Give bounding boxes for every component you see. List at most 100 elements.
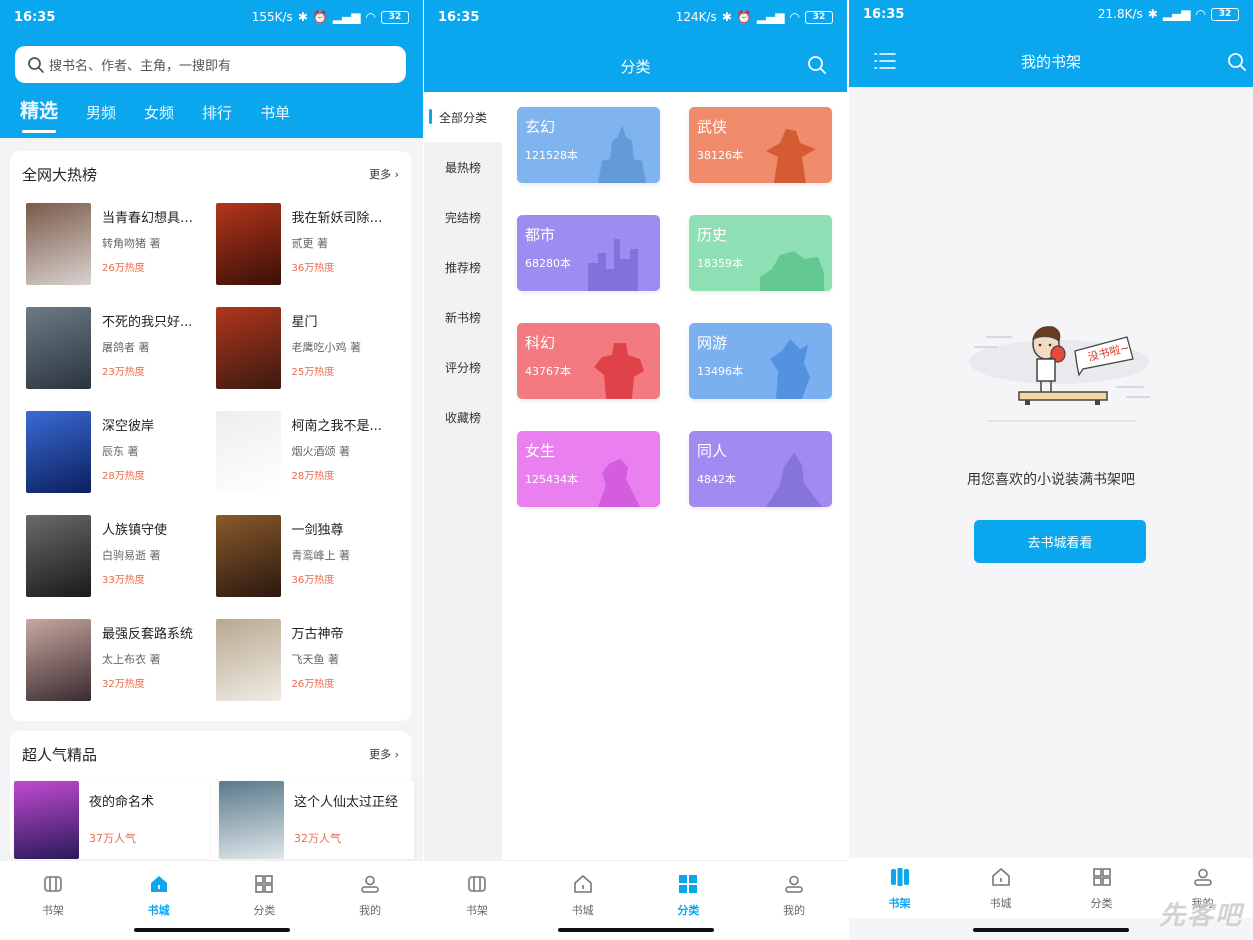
go-bookstore-button[interactable]: 去书城看看 [974,520,1146,563]
book-cover [219,781,284,859]
category-count: 121528本 [525,149,578,162]
home-indicator [133,928,290,932]
category-name: 都市 [525,226,556,244]
sidebar-item[interactable]: 全部分类 [424,92,502,142]
category-card[interactable]: 历史 18359本 [689,215,832,291]
book-item[interactable]: 万古神帝 飞天鱼 著 26万热度 [215,619,396,701]
tab-ranking[interactable]: 排行 [202,102,232,123]
empty-state: 没书啦~ 用您喜欢的小说装满书架吧 去书城看看 [849,87,1253,940]
category-card[interactable]: 网游 13496本 [689,323,832,399]
tab-bookshelf[interactable]: 书架 [447,873,507,940]
book-title: 人族镇守使 [102,523,168,538]
category-icon [1091,866,1113,891]
tab-female[interactable]: 女频 [144,102,174,123]
category-card[interactable]: 科幻 43767本 [517,323,660,399]
book-item[interactable]: 深空彼岸 辰东 著 28万热度 [26,411,206,493]
sidebar-item[interactable]: 新书榜 [424,292,502,342]
book-heat: 25万热度 [291,367,335,378]
book-item[interactable]: 我在斩妖司除魔... 贰更 著 36万热度 [215,203,396,285]
tab-label: 书架 [41,904,64,917]
book-author: 飞天鱼 著 [291,653,340,666]
sidebar-item[interactable]: 评分榜 [424,342,502,392]
profile-icon [359,873,381,898]
category-card[interactable]: 武侠 38126本 [689,107,832,183]
book-cover [14,781,79,859]
book-item[interactable]: 柯南之我不是... 烟火酒颂 著 28万热度 [215,411,396,493]
tab-label: 书城 [989,897,1012,910]
category-card[interactable]: 女生 125434本 [517,431,660,507]
category-count: 38126本 [697,149,743,162]
book-item[interactable]: 一剑独尊 青鸾峰上 著 36万热度 [215,515,396,597]
bluetooth-icon: ✱ [297,10,308,24]
book-cover [26,307,91,389]
more-link[interactable]: 更多 › [369,166,399,182]
status-time: 16:35 [14,9,56,25]
channel-tabs: 精选 男频 女频 排行 书单 [0,96,423,133]
tab-bookshelf[interactable]: 书架 [870,866,930,918]
search-placeholder: 搜书名、作者、主角，一搜即有 [49,59,232,74]
more-label: 更多 [369,748,392,761]
wifi-icon: ◠ [789,10,800,24]
book-item[interactable]: 最强反套路系统 太上布衣 著 32万热度 [26,619,206,701]
more-label: 更多 [369,168,392,181]
status-bar: 16:35 21.8K/s ✱ ▂▄▆ ◠ 32 [849,0,1253,28]
network-speed: 124K/s [675,10,717,24]
book-title: 最强反套路系统 [102,627,194,642]
book-title: 我在斩妖司除魔... [291,211,387,226]
tab-booklist[interactable]: 书单 [260,102,290,123]
tab-bookshelf[interactable]: 书架 [23,873,83,940]
tab-profile[interactable]: 我的 [340,873,400,940]
book-title: 这个人仙太过正经 [294,795,399,810]
book-author: 老鹰吃小鸡 著 [291,341,362,354]
book-cover [26,515,91,597]
home-indicator [557,928,714,932]
category-card[interactable]: 玄幻 121528本 [517,107,660,183]
tab-category[interactable]: 分类 [1072,866,1132,918]
tab-male[interactable]: 男频 [86,102,116,123]
book-cover [26,203,91,285]
book-heat: 36万热度 [291,263,335,274]
search-icon [808,56,826,74]
tab-label: 分类 [253,904,276,917]
sidebar-item[interactable]: 推荐榜 [424,242,502,292]
wifi-icon: ◠ [365,10,376,24]
category-card[interactable]: 同人 4842本 [689,431,832,507]
sidebar-item[interactable]: 最热榜 [424,142,502,192]
book-heat: 28万热度 [102,471,145,482]
chevron-right-icon: › [394,168,399,181]
book-item[interactable]: 星门 老鹰吃小鸡 著 25万热度 [215,307,396,389]
category-card[interactable]: 都市 68280本 [517,215,660,291]
network-speed: 155K/s [251,10,293,24]
category-name: 科幻 [525,334,556,352]
more-link[interactable]: 更多 › [369,746,399,762]
profile-icon [783,873,805,898]
category-name: 女生 [525,442,556,460]
tab-home[interactable]: 书城 [971,866,1031,918]
book-author: 太上布衣 著 [102,653,161,666]
category-count: 4842本 [697,473,736,486]
search-button[interactable] [807,55,827,79]
book-item[interactable]: 不死的我只好... 屠鸽者 著 23万热度 [26,307,206,389]
bookshelf-screen: 16:35 21.8K/s ✱ ▂▄▆ ◠ 32 我的书架 没书啦~ 用您喜欢的… [849,0,1253,940]
tab-profile[interactable]: 我的 [764,873,824,940]
book-author: 贰更 著 [291,237,329,250]
tab-featured[interactable]: 精选 [20,96,58,133]
bookshelf-icon [466,873,488,898]
book-item[interactable]: 夜的命名术 37万人气 [14,781,209,859]
book-author: 烟火酒颂 著 [291,445,351,458]
book-author: 青鸾峰上 著 [291,549,351,562]
sidebar-item[interactable]: 收藏榜 [424,392,502,442]
search-icon [1228,53,1246,71]
book-item[interactable]: 人族镇守使 白驹易逝 著 33万热度 [26,515,206,597]
wifi-icon: ◠ [1195,7,1206,21]
section-title: 全网大热榜 [22,165,98,184]
search-button[interactable] [1227,52,1247,76]
sidebar-item[interactable]: 完结榜 [424,192,502,242]
book-item[interactable]: 这个人仙太过正经 32万人气 [219,781,414,859]
home-icon [572,873,594,898]
popular-card: 超人气精品 更多 › 夜的命名术 37万人气 这个人仙太过正经 32万人气 [10,731,414,861]
book-item[interactable]: 当青春幻想具现... 转角吻猪 著 26万热度 [26,203,206,285]
search-input[interactable]: 搜书名、作者、主角，一搜即有 [15,46,406,83]
book-heat: 32万热度 [102,679,145,690]
book-title: 不死的我只好... [102,315,193,330]
